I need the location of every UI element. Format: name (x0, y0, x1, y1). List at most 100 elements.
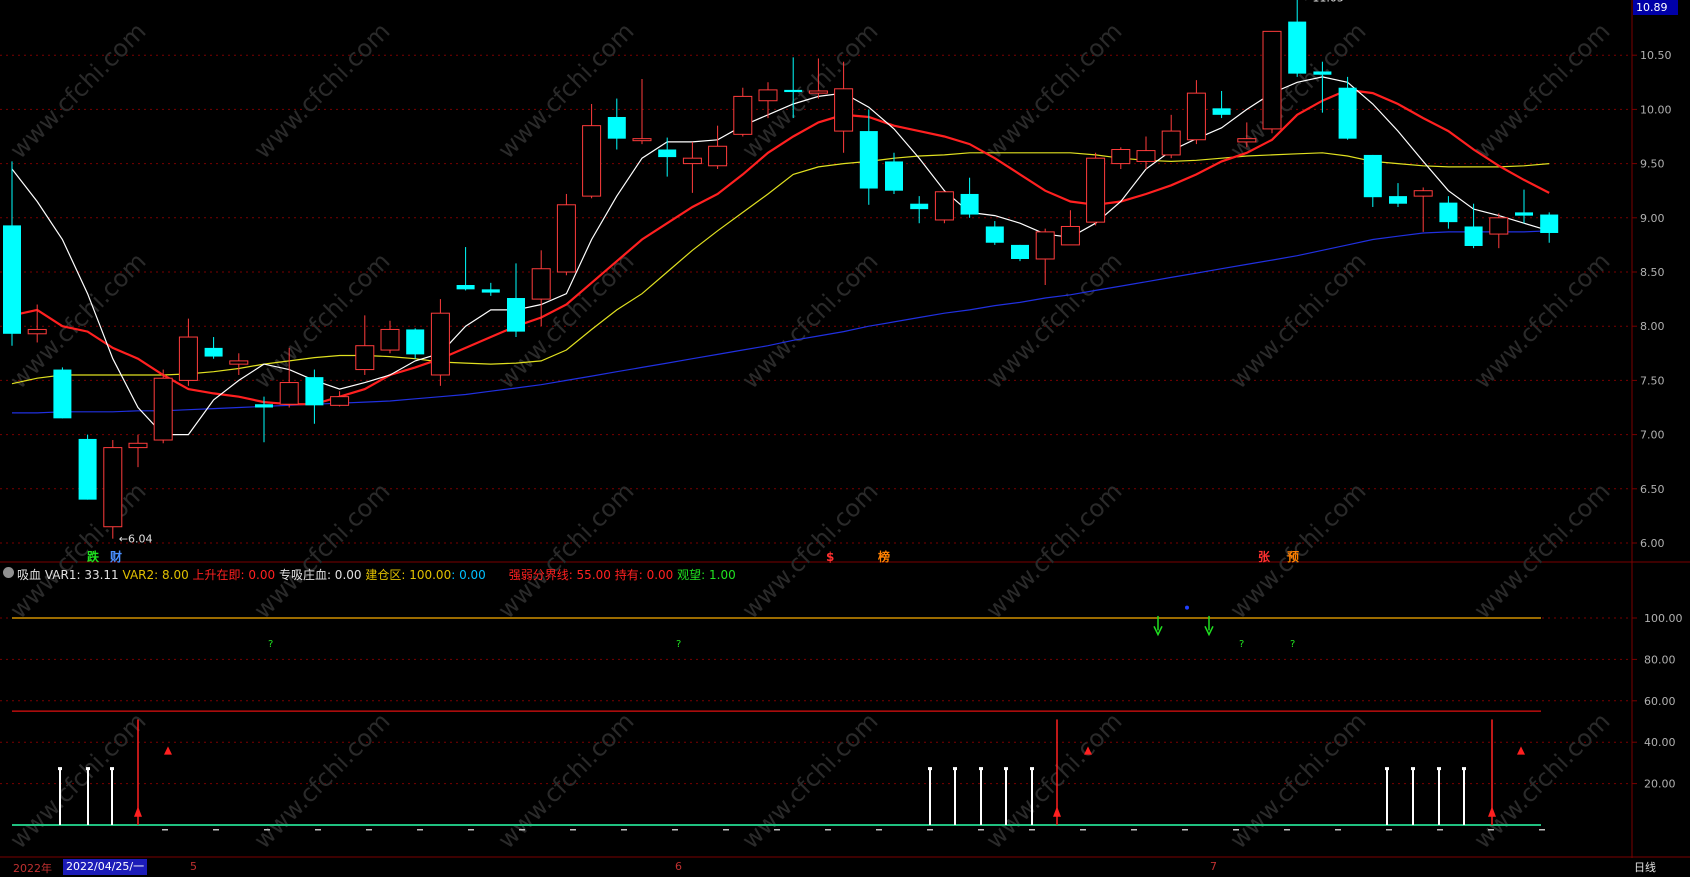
question-icon: ? (1290, 639, 1295, 650)
watermark: www.cfchi.com (4, 247, 151, 394)
candle[interactable] (481, 282, 500, 296)
candle[interactable] (1413, 187, 1433, 232)
candle[interactable] (556, 193, 576, 276)
candle[interactable] (682, 141, 702, 193)
price-tick-label: 6.00 (1640, 537, 1665, 550)
candle[interactable] (582, 103, 602, 199)
watch-value: 观望: 1.00 (677, 568, 736, 582)
watermark: www.cfchi.com (492, 477, 639, 624)
signal-marker[interactable]: 财 (109, 549, 122, 564)
candle[interactable] (985, 221, 1004, 245)
candle[interactable] (507, 263, 525, 338)
candle[interactable] (406, 328, 425, 359)
build-zone-value: 建仓区: 100.00 (365, 568, 452, 582)
candle[interactable] (1186, 80, 1206, 145)
rising-value: 上升在即: 0.00 (192, 568, 276, 582)
candle[interactable] (1363, 154, 1382, 207)
watermark: www.cfchi.com (1468, 17, 1615, 164)
candle[interactable] (910, 196, 929, 224)
watermark: www.cfchi.com (980, 17, 1127, 164)
signal-marker[interactable]: 榜 (878, 549, 890, 564)
candle[interactable] (859, 109, 878, 205)
price-tick-label: 9.00 (1640, 212, 1665, 225)
indicator-tick-label: 80.00 (1644, 653, 1676, 666)
candle[interactable] (1060, 210, 1080, 246)
indicator-tick-label: 60.00 (1644, 695, 1676, 708)
question-icon: ? (268, 639, 273, 650)
watermark: www.cfchi.com (1224, 707, 1371, 854)
candle[interactable] (1086, 152, 1106, 226)
time-axis: 2022年 2022/04/25/一 5 6 7 日线 (0, 858, 1690, 877)
dot-marker (1185, 605, 1189, 610)
var2-value: VAR2: 8.00 (122, 568, 189, 582)
candle[interactable] (607, 98, 626, 150)
candle[interactable] (658, 137, 677, 177)
candle[interactable] (632, 79, 652, 145)
watermark: www.cfchi.com (736, 477, 883, 624)
candle[interactable] (128, 434, 148, 468)
watermark: www.cfchi.com (980, 477, 1127, 624)
low-price-label: ←6.04 (119, 533, 153, 546)
candle[interactable] (1439, 196, 1458, 229)
red-triangle-icon (1517, 746, 1525, 755)
candle[interactable] (934, 191, 954, 224)
candle[interactable] (229, 353, 249, 375)
candle[interactable] (380, 320, 400, 354)
watermark: www.cfchi.com (736, 247, 883, 394)
candle[interactable] (330, 391, 350, 407)
watermark: www.cfchi.com (492, 17, 639, 164)
special-value: 专吸庄血: 0.00 (278, 568, 362, 582)
indicator-name[interactable]: 吸血 (17, 568, 41, 582)
candle[interactable] (733, 87, 753, 137)
candle[interactable] (1011, 244, 1029, 262)
candle[interactable] (430, 299, 450, 386)
candle[interactable] (1212, 90, 1231, 119)
period-button[interactable]: 日线 (1634, 859, 1656, 875)
candle[interactable] (1489, 213, 1509, 249)
candle[interactable] (1111, 147, 1131, 170)
candle[interactable] (1262, 30, 1282, 134)
year-label: 2022年 (13, 862, 52, 875)
watermark: www.cfchi.com (4, 707, 151, 854)
watermark: www.cfchi.com (1224, 247, 1371, 394)
watermark: www.cfchi.com (1468, 247, 1615, 394)
price-tick-label: 9.50 (1640, 158, 1665, 171)
candle[interactable] (204, 337, 223, 359)
candle[interactable] (305, 369, 324, 424)
build-zone-value2: : 0.00 (451, 568, 486, 582)
candle[interactable] (78, 434, 97, 500)
candle[interactable] (1161, 114, 1181, 159)
candle[interactable] (1035, 228, 1055, 286)
candle[interactable] (3, 161, 21, 346)
signal-marker[interactable]: 张 (1258, 549, 1271, 564)
candle[interactable] (355, 315, 375, 375)
candle[interactable] (153, 369, 173, 444)
question-icon: ? (1239, 639, 1244, 650)
price-tick-label: 10.50 (1640, 49, 1672, 62)
price-tick-label: 8.00 (1640, 320, 1665, 333)
signal-marker[interactable]: $ (826, 550, 834, 564)
month-label: 7 (1210, 860, 1217, 873)
watermark: www.cfchi.com (248, 707, 395, 854)
price-tick-label: 10.00 (1640, 103, 1672, 116)
indicator-toggle-icon[interactable] (3, 567, 14, 578)
candle[interactable] (53, 367, 72, 419)
watermark: www.cfchi.com (248, 17, 395, 164)
signal-marker[interactable]: 跌 (87, 549, 100, 564)
candle[interactable] (456, 247, 475, 291)
selected-date[interactable]: 2022/04/25/一 (63, 859, 148, 875)
var1-value: VAR1: 33.11 (44, 568, 119, 582)
candle[interactable] (960, 177, 979, 218)
candle[interactable] (103, 440, 123, 539)
candle[interactable] (708, 125, 728, 170)
candle[interactable] (1338, 76, 1357, 140)
stock-chart[interactable]: www.cfchi.com www.cfchi.com www.cfchi.com w… (0, 0, 1690, 877)
candle[interactable] (1389, 183, 1407, 207)
hold-value: 持有: 0.00 (614, 568, 674, 582)
watermark: www.cfchi.com (492, 707, 639, 854)
candle[interactable] (1540, 212, 1559, 243)
signal-marker[interactable]: 预 (1287, 550, 1299, 564)
candle[interactable] (178, 318, 198, 386)
price-tick-label: 7.50 (1640, 374, 1665, 387)
candle[interactable] (1288, 0, 1307, 77)
